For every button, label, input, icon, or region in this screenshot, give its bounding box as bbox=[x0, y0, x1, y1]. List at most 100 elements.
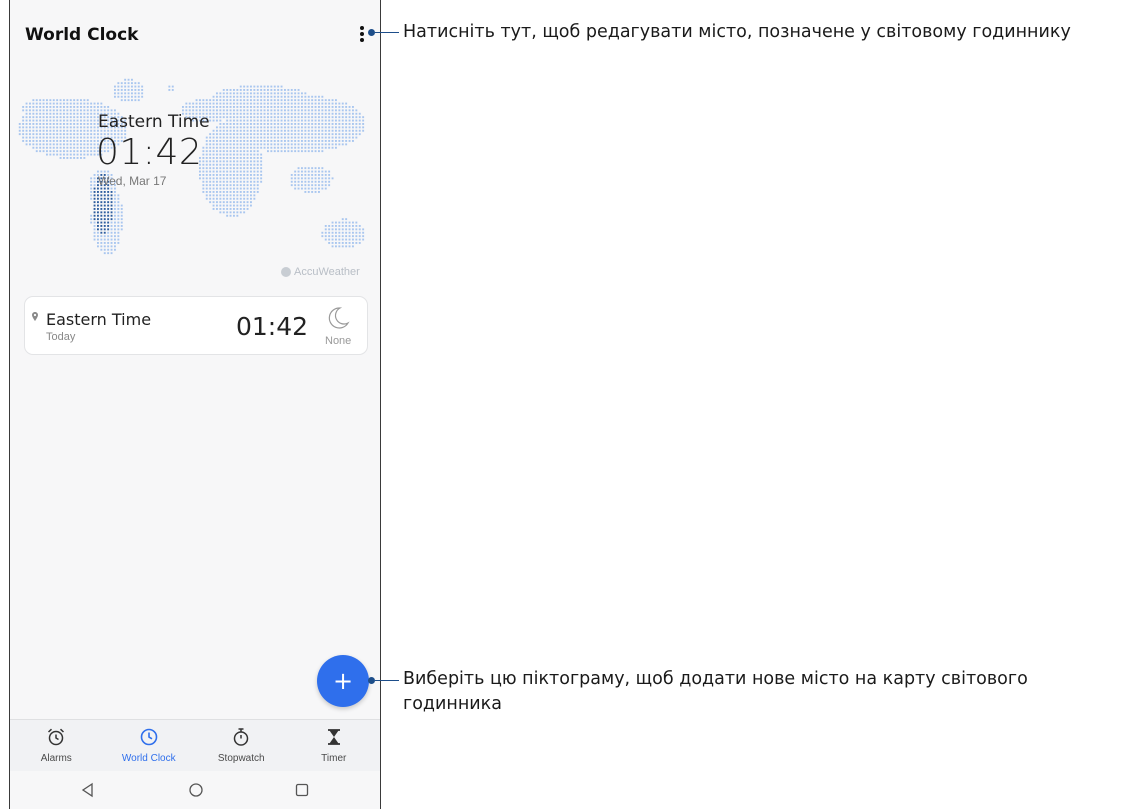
map-dot bbox=[335, 106, 337, 108]
map-dot bbox=[209, 191, 212, 193]
nav-label: Alarms bbox=[40, 753, 72, 764]
map-dot bbox=[328, 146, 331, 149]
map-dot bbox=[239, 146, 242, 149]
map-dot bbox=[216, 180, 218, 183]
map-dot bbox=[42, 99, 45, 102]
map-dot bbox=[335, 140, 337, 142]
map-dot bbox=[270, 146, 273, 149]
map-dot bbox=[219, 180, 222, 183]
map-dot bbox=[348, 221, 351, 224]
map-dot bbox=[233, 201, 235, 204]
map-dot bbox=[253, 116, 256, 119]
map-dot bbox=[226, 89, 229, 91]
map-dot bbox=[328, 242, 331, 244]
map-dot bbox=[280, 116, 283, 119]
map-dot bbox=[97, 208, 99, 210]
map-dot bbox=[239, 106, 242, 108]
map-dot bbox=[226, 184, 229, 187]
map-dot bbox=[222, 153, 225, 156]
map-dot bbox=[236, 170, 239, 173]
map-dot bbox=[49, 119, 52, 122]
map-dot bbox=[56, 133, 59, 136]
map-dot bbox=[107, 238, 110, 241]
map-dot bbox=[35, 136, 38, 139]
map-dot bbox=[355, 228, 358, 231]
map-dot bbox=[341, 242, 344, 244]
add-city-button[interactable]: + bbox=[317, 655, 369, 707]
map-dot bbox=[229, 112, 232, 115]
map-dot bbox=[304, 136, 307, 139]
map-dot bbox=[280, 112, 283, 115]
map-dot bbox=[301, 126, 303, 129]
map-dot bbox=[362, 126, 365, 129]
map-dot bbox=[321, 174, 324, 176]
back-icon[interactable] bbox=[80, 782, 96, 798]
accuweather-logo-icon bbox=[281, 267, 291, 277]
map-dot bbox=[338, 242, 341, 244]
map-dot bbox=[297, 106, 300, 108]
map-dot bbox=[195, 106, 198, 108]
map-dot bbox=[341, 116, 344, 119]
map-dot bbox=[290, 99, 293, 102]
map-dot bbox=[273, 92, 276, 95]
nav-world-clock[interactable]: World Clock bbox=[103, 720, 196, 771]
map-dot bbox=[32, 143, 35, 146]
map-dot bbox=[294, 126, 297, 129]
map-dot bbox=[25, 140, 28, 142]
map-dot bbox=[90, 102, 93, 105]
map-dot bbox=[86, 129, 89, 132]
map-dot bbox=[297, 99, 300, 102]
map-dot bbox=[311, 123, 314, 125]
map-dot bbox=[229, 106, 232, 108]
map-dot bbox=[250, 177, 252, 180]
map-dot bbox=[93, 208, 96, 210]
map-dot bbox=[226, 146, 229, 149]
map-dot bbox=[222, 187, 225, 190]
map-dot bbox=[49, 106, 52, 108]
city-card[interactable]: Eastern Time Today 01:42 None bbox=[24, 296, 368, 355]
map-dot bbox=[69, 112, 72, 115]
map-dot bbox=[202, 109, 205, 112]
map-dot bbox=[253, 143, 256, 146]
map-dot bbox=[219, 112, 222, 115]
map-dot bbox=[32, 123, 35, 125]
map-dot bbox=[90, 136, 93, 139]
map-dot bbox=[246, 163, 249, 166]
map-dot bbox=[270, 95, 273, 98]
map-dot bbox=[341, 126, 344, 129]
map-dot bbox=[222, 92, 225, 95]
map-dot bbox=[192, 106, 195, 108]
map-dot bbox=[233, 194, 235, 197]
map-dot bbox=[233, 112, 235, 115]
map-dot bbox=[331, 231, 334, 234]
map-dot bbox=[97, 211, 99, 214]
map-dot bbox=[328, 109, 331, 112]
map-dot bbox=[355, 112, 358, 115]
map-dot bbox=[250, 191, 252, 193]
map-dot bbox=[301, 112, 303, 115]
map-dot bbox=[107, 191, 110, 193]
map-dot bbox=[250, 153, 252, 156]
map-dot bbox=[301, 106, 303, 108]
map-dot bbox=[42, 123, 45, 125]
map-dot bbox=[314, 174, 317, 176]
map-dot bbox=[86, 143, 89, 146]
map-dot bbox=[219, 99, 222, 102]
map-dot bbox=[304, 167, 307, 170]
map-dot bbox=[25, 102, 28, 105]
nav-timer[interactable]: Timer bbox=[288, 720, 381, 771]
map-dot bbox=[100, 191, 103, 193]
recents-icon[interactable] bbox=[294, 782, 310, 798]
map-dot bbox=[205, 150, 208, 153]
map-dot bbox=[243, 92, 246, 95]
home-icon[interactable] bbox=[188, 782, 204, 798]
map-dot bbox=[209, 150, 212, 153]
nav-alarms[interactable]: Alarms bbox=[10, 720, 103, 771]
map-dot bbox=[304, 106, 307, 108]
map-dot bbox=[331, 242, 334, 244]
map-dot bbox=[233, 123, 235, 125]
map-dot bbox=[338, 136, 341, 139]
map-dot bbox=[219, 92, 222, 95]
nav-stopwatch[interactable]: Stopwatch bbox=[195, 720, 288, 771]
map-dot bbox=[314, 112, 317, 115]
